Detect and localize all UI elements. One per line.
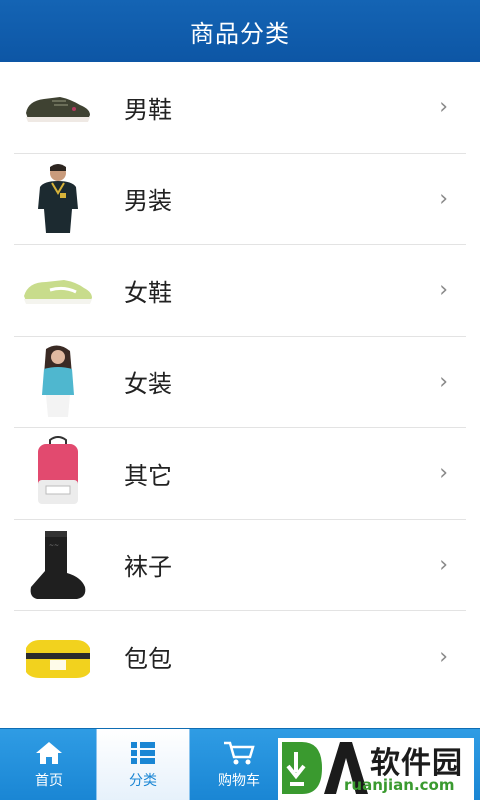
tab-cart[interactable]: 购物车: [192, 729, 286, 800]
sock-image: ~~: [18, 527, 98, 603]
tab-label: 首页: [35, 773, 63, 789]
category-item-mens-clothing[interactable]: 男装 ›: [14, 154, 466, 245]
womens-clothing-image: [18, 344, 98, 420]
grid-list-icon: [131, 742, 155, 764]
category-item-socks[interactable]: ~~ 袜子 ›: [14, 520, 466, 611]
chevron-right-icon: ›: [439, 94, 448, 120]
category-item-womens-clothing[interactable]: 女装 ›: [14, 337, 466, 428]
category-label: 男装: [124, 187, 172, 216]
category-label: 其它: [124, 461, 172, 490]
category-label: 女鞋: [124, 278, 172, 307]
tab-label: 购物车: [218, 773, 260, 789]
bag-image: [18, 619, 98, 695]
category-label: 女装: [124, 370, 172, 399]
category-list: 男鞋 › 男装 › 女鞋 › 女装 › 其它 › ~~ 袜子 › 包包 ›: [0, 62, 480, 703]
watermark-logo: 软件园 ruanjian.com: [278, 738, 474, 800]
tab-home[interactable]: 首页: [2, 729, 96, 800]
mens-shoe-image: [18, 69, 98, 145]
womens-shoe-image: [18, 252, 98, 328]
category-label: 男鞋: [124, 95, 172, 124]
chevron-right-icon: ›: [439, 644, 448, 670]
chevron-right-icon: ›: [439, 369, 448, 395]
svg-text:~~: ~~: [49, 542, 59, 549]
watermark-url: ruanjian.com: [344, 776, 455, 794]
category-item-others[interactable]: 其它 ›: [14, 428, 466, 520]
page-header: 商品分类: [0, 0, 480, 62]
backpack-image: [18, 435, 98, 511]
category-item-mens-shoes[interactable]: 男鞋 ›: [14, 62, 466, 154]
tab-categories[interactable]: 分类: [96, 729, 190, 800]
home-icon: [36, 742, 62, 764]
category-label: 包包: [124, 645, 172, 674]
category-item-womens-shoes[interactable]: 女鞋 ›: [14, 245, 466, 337]
chevron-right-icon: ›: [439, 460, 448, 486]
chevron-right-icon: ›: [439, 552, 448, 578]
page-title: 商品分类: [190, 19, 290, 48]
category-label: 袜子: [124, 553, 172, 582]
mens-clothing-image: [18, 161, 98, 237]
chevron-right-icon: ›: [439, 186, 448, 212]
category-item-bags[interactable]: 包包 ›: [14, 611, 466, 703]
chevron-right-icon: ›: [439, 277, 448, 303]
tab-label: 分类: [129, 773, 157, 789]
cart-icon: [224, 741, 255, 765]
